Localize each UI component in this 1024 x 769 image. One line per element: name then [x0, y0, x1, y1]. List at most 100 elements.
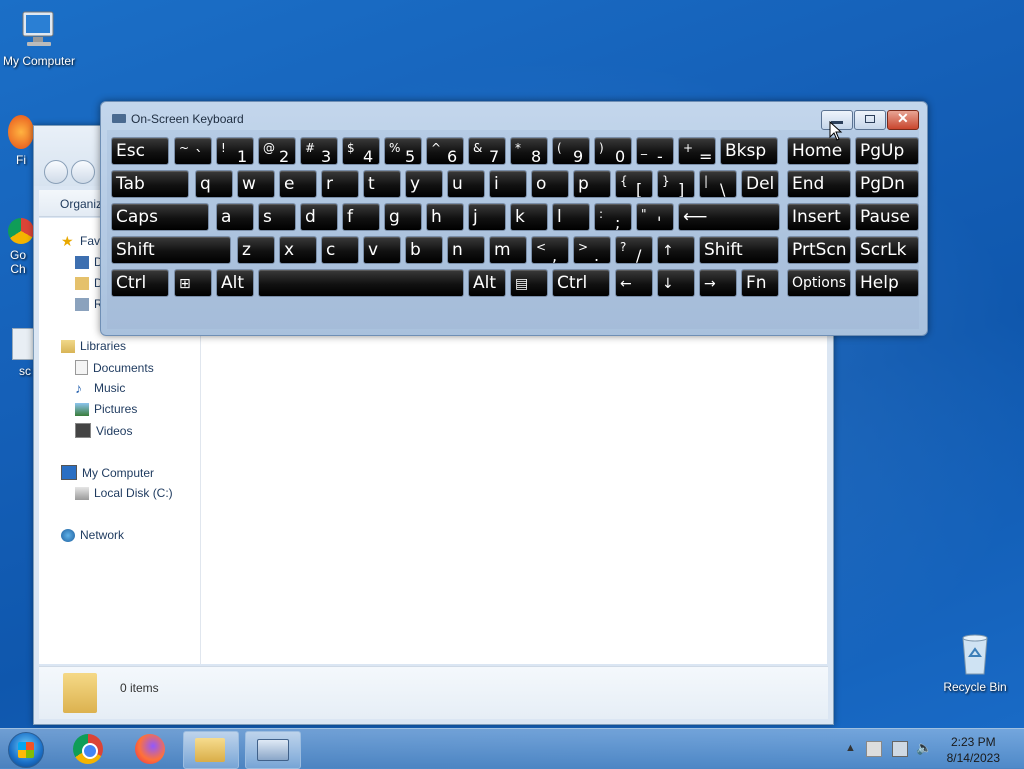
desktop-icon-my-computer[interactable]: My Computer: [0, 8, 78, 68]
key-3[interactable]: #3: [300, 137, 338, 165]
key-symbol[interactable]: ~ `: [174, 137, 212, 165]
nav-documents[interactable]: Documents: [75, 360, 154, 375]
desktop-icon-chrome[interactable]: Go Ch: [6, 218, 36, 276]
forward-button[interactable]: [71, 160, 95, 184]
key-l[interactable]: l: [552, 203, 590, 231]
key-fn[interactable]: Fn: [741, 269, 779, 297]
key-g[interactable]: g: [384, 203, 422, 231]
back-button[interactable]: [44, 160, 68, 184]
key-k[interactable]: k: [510, 203, 548, 231]
key-symbol[interactable]: >.: [573, 236, 611, 264]
desktop-icon-recycle-bin[interactable]: Recycle Bin: [940, 632, 1010, 694]
taskbar-chrome[interactable]: [62, 731, 116, 767]
key-tab[interactable]: Tab: [111, 170, 189, 198]
desktop-icon-firefox[interactable]: Fi: [6, 115, 36, 167]
show-hidden-icons-icon[interactable]: ▲: [845, 742, 856, 754]
key-t[interactable]: t: [363, 170, 401, 198]
key-left-arrow[interactable]: ←: [615, 269, 653, 297]
key-y[interactable]: y: [405, 170, 443, 198]
key-pause[interactable]: Pause: [855, 203, 919, 231]
key-d[interactable]: d: [300, 203, 338, 231]
taskbar-explorer[interactable]: [183, 731, 239, 769]
nav-videos[interactable]: Videos: [75, 423, 132, 438]
key-options[interactable]: Options: [787, 269, 851, 297]
key-h[interactable]: h: [426, 203, 464, 231]
key-p[interactable]: p: [573, 170, 611, 198]
key-8[interactable]: * 8: [510, 137, 548, 165]
key-pgup[interactable]: PgUp: [855, 137, 919, 165]
key-6[interactable]: ^ 6: [426, 137, 464, 165]
key-9[interactable]: (9: [552, 137, 590, 165]
key-home[interactable]: Home: [787, 137, 851, 165]
key-menu[interactable]: ▤: [510, 269, 548, 297]
taskbar-firefox[interactable]: [124, 731, 178, 767]
key-insert[interactable]: Insert: [787, 203, 851, 231]
key-c[interactable]: c: [321, 236, 359, 264]
key-o[interactable]: o: [531, 170, 569, 198]
close-button[interactable]: ✕: [887, 110, 919, 130]
nav-network[interactable]: Network: [61, 528, 124, 542]
key-b[interactable]: b: [405, 236, 443, 264]
key-ctrl[interactable]: Ctrl: [111, 269, 169, 297]
key-down-arrow[interactable]: ↓: [657, 269, 695, 297]
key-n[interactable]: n: [447, 236, 485, 264]
key-bksp[interactable]: Bksp: [720, 137, 778, 165]
key-x[interactable]: x: [279, 236, 317, 264]
action-center-icon[interactable]: [866, 741, 882, 757]
key-m[interactable]: m: [489, 236, 527, 264]
key-a[interactable]: a: [216, 203, 254, 231]
nav-libraries[interactable]: Libraries: [61, 339, 126, 353]
nav-music[interactable]: ♪ Music: [75, 381, 125, 396]
nav-fav-item[interactable]: R: [75, 297, 103, 311]
key-shift[interactable]: Shift: [111, 236, 231, 264]
key-2[interactable]: @2: [258, 137, 296, 165]
nav-local-disk[interactable]: Local Disk (C:): [75, 486, 173, 500]
key-scrlk[interactable]: ScrLk: [855, 236, 919, 264]
key-f[interactable]: f: [342, 203, 380, 231]
key-r[interactable]: r: [321, 170, 359, 198]
start-button[interactable]: [8, 732, 44, 768]
key-s[interactable]: s: [258, 203, 296, 231]
taskbar-osk[interactable]: [245, 731, 301, 769]
key-symbol[interactable]: <,: [531, 236, 569, 264]
key-esc[interactable]: Esc: [111, 137, 169, 165]
nav-pictures[interactable]: Pictures: [75, 402, 137, 416]
key-shift[interactable]: Shift: [699, 236, 779, 264]
key-end[interactable]: End: [787, 170, 851, 198]
key-space[interactable]: [258, 269, 464, 297]
key-symbol[interactable]: {[: [615, 170, 653, 198]
key-help[interactable]: Help: [855, 269, 919, 297]
key-pgdn[interactable]: PgDn: [855, 170, 919, 198]
key-u[interactable]: u: [447, 170, 485, 198]
key-w[interactable]: w: [237, 170, 275, 198]
key-7[interactable]: & 7: [468, 137, 506, 165]
key-e[interactable]: e: [279, 170, 317, 198]
key-0[interactable]: ) 0: [594, 137, 632, 165]
volume-muted-icon[interactable]: 🔈: [916, 740, 932, 756]
maximize-button[interactable]: [854, 110, 886, 130]
nav-favorites[interactable]: ★ Fav: [61, 234, 100, 249]
key-del[interactable]: Del: [741, 170, 779, 198]
key-prtscn[interactable]: PrtScn: [787, 236, 851, 264]
key-v[interactable]: v: [363, 236, 401, 264]
key-1[interactable]: ! 1: [216, 137, 254, 165]
key-alt[interactable]: Alt: [216, 269, 254, 297]
key-z[interactable]: z: [237, 236, 275, 264]
key-j[interactable]: j: [468, 203, 506, 231]
key-windows[interactable]: ⊞: [174, 269, 212, 297]
key-alt[interactable]: Alt: [468, 269, 506, 297]
key-up-arrow[interactable]: ↑: [657, 236, 695, 264]
key-enter[interactable]: ⟵: [678, 203, 780, 231]
organize-button[interactable]: Organiz: [60, 197, 102, 211]
key-symbol[interactable]: ? /: [615, 236, 653, 264]
key-symbol[interactable]: | \: [699, 170, 737, 198]
nav-fav-item[interactable]: D: [75, 276, 103, 290]
key-4[interactable]: $4: [342, 137, 380, 165]
key-symbol[interactable]: " ': [636, 203, 674, 231]
nav-fav-item[interactable]: D: [75, 255, 103, 269]
key-right-arrow[interactable]: →: [699, 269, 737, 297]
clock[interactable]: 2:23 PM 8/14/2023: [947, 734, 1000, 766]
key-symbol[interactable]: }]: [657, 170, 695, 198]
key-q[interactable]: q: [195, 170, 233, 198]
key-symbol[interactable]: + =: [678, 137, 716, 165]
